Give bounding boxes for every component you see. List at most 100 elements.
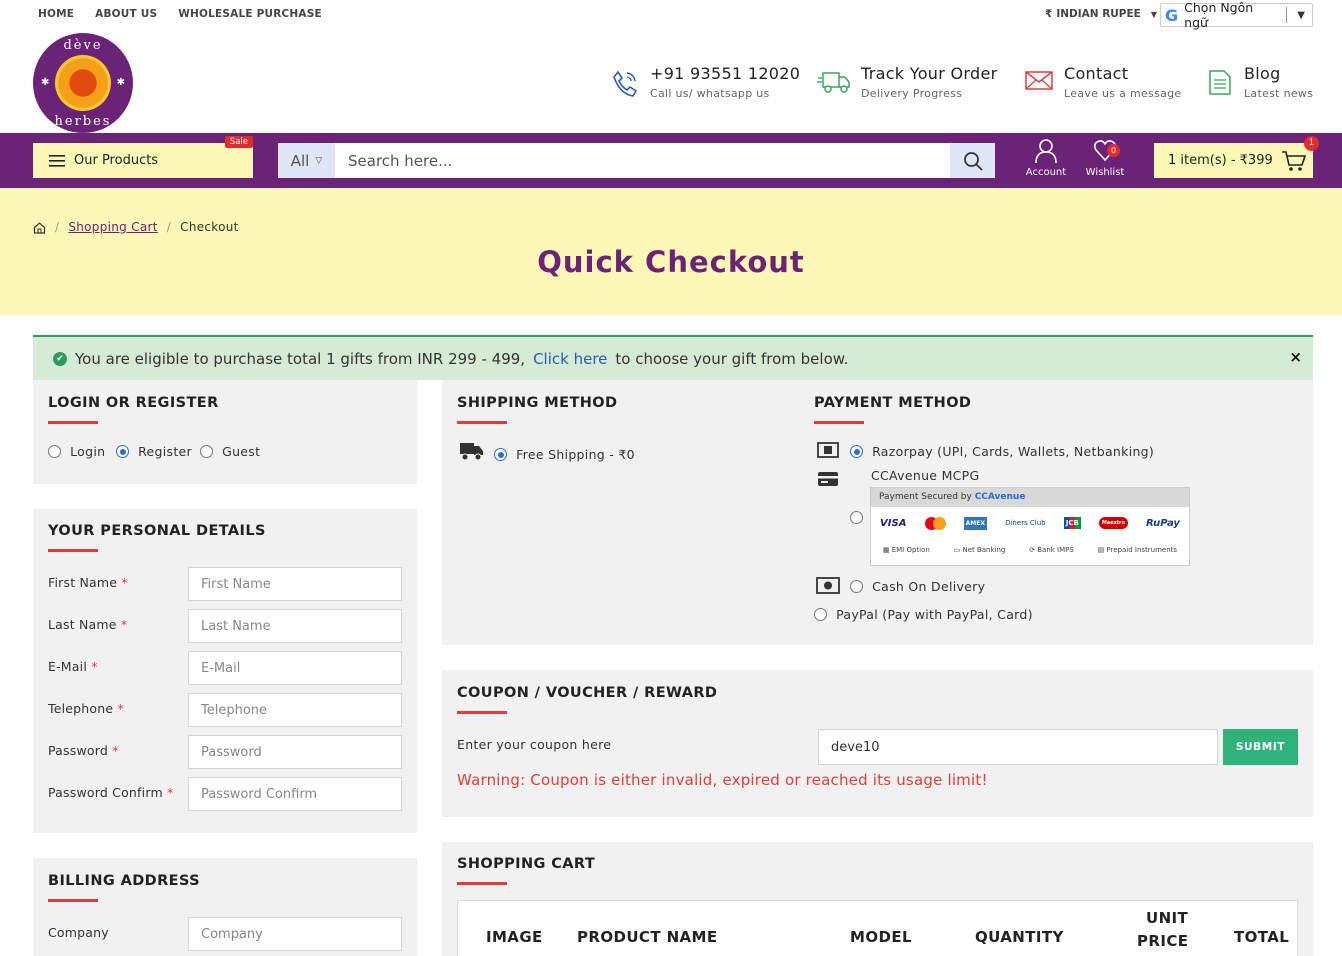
search-icon [963,151,983,171]
paypal-radio[interactable] [814,608,827,621]
telephone-input[interactable] [188,693,402,727]
amex-icon: AMEX [963,516,987,530]
first-name-input[interactable] [188,567,402,601]
login-radio-option[interactable]: Login [48,441,105,460]
envelope-icon [1025,71,1053,90]
home-icon[interactable] [33,221,46,234]
free-shipping-option[interactable]: Free Shipping - ₹0 [494,444,635,463]
search-button[interactable] [950,143,995,178]
blog-block[interactable]: Blog Latest news [1206,64,1313,100]
jcb-icon: JCB [1063,517,1081,529]
last-name-input[interactable] [188,609,402,643]
telephone-label-text: Telephone [48,701,114,716]
page-title: Quick Checkout [537,245,805,279]
shipping-truck-icon [460,443,483,461]
nav-about-link[interactable]: ABOUT US [95,8,157,20]
title-underline [814,421,864,424]
close-icon[interactable]: × [1289,348,1302,366]
card-brands-row: VISA AMEX Diners Club JCB Maestro RuPay [871,507,1189,539]
gift-alert: ✔ You are eligible to purchase total 1 g… [33,335,1313,380]
cart-button[interactable]: 1 item(s) - ₹399 1 [1154,136,1319,178]
currency-label: INDIAN RUPEE [1056,8,1141,20]
company-input[interactable] [188,917,402,951]
breadcrumb-cart-link[interactable]: Shopping Cart [68,220,157,234]
phone-icon [613,70,638,97]
language-select-label: Chọn Ngôn ngữ [1184,0,1254,30]
razorpay-radio[interactable] [850,445,863,458]
coupon-input[interactable] [818,729,1218,765]
cash-icon [816,577,840,594]
password-confirm-label-text: Password Confirm [48,785,163,800]
net-banking-icon: ▭ Net Banking [953,546,1006,554]
payment-options-row: ▦ EMI Option ▭ Net Banking ⟳ Bank IMPS ▤… [871,539,1189,561]
star-icon: ✱ [41,77,50,88]
guest-radio[interactable] [200,445,213,458]
nav-home-link[interactable]: HOME [38,8,74,20]
col-quantity: QUANTITY [975,928,1064,946]
cod-label: Cash On Delivery [872,579,986,594]
nav-wholesale-link[interactable]: WHOLESALE PURCHASE [178,8,322,20]
company-label: Company [48,925,109,940]
guest-radio-option[interactable]: Guest [200,441,260,460]
title-underline [48,549,98,552]
caret-down-icon: ▼ [1297,9,1305,21]
ccavenue-radio[interactable] [850,511,863,524]
wishlist-label: Wishlist [1085,167,1125,178]
razorpay-option[interactable]: Razorpay (UPI, Cards, Wallets, Netbankin… [850,441,1154,460]
paypal-option[interactable]: PayPal (Pay with PayPal, Card) [814,604,1033,623]
account-label: Account [1025,167,1067,178]
language-select[interactable]: G Chọn Ngôn ngữ ▼ [1160,0,1313,30]
maestro-icon: Maestro [1098,517,1128,529]
divider [1286,7,1288,23]
free-shipping-radio[interactable] [494,448,507,461]
email-input[interactable] [188,651,402,685]
bank-imps-icon: ⟳ Bank IMPS [1029,546,1074,554]
paypal-label: PayPal (Pay with PayPal, Card) [836,607,1033,622]
last-name-label: Last Name * [48,617,127,632]
blog-title: Blog [1244,64,1281,83]
our-products-label: Our Products [74,153,159,168]
breadcrumb-separator: / [55,220,60,234]
password-input[interactable] [188,735,402,769]
contact-block[interactable]: Contact Leave us a message [1024,64,1182,100]
password-confirm-input[interactable] [188,777,402,811]
register-radio-option[interactable]: Register [116,441,192,460]
flower-icon [55,55,111,111]
track-order-block[interactable]: Track Your Order Delivery Progress [817,64,997,100]
currency-selector[interactable]: ₹ INDIAN RUPEE ▼ [1045,8,1157,20]
coupon-submit-button[interactable]: SUBMIT [1223,729,1298,765]
contact-title: Contact [1064,64,1129,83]
search-category-select[interactable]: All ▽ [278,143,335,178]
wishlist-count-badge: 0 [1107,144,1120,157]
check-circle-icon: ✔ [53,351,67,366]
first-name-label: First Name * [48,575,128,590]
prepaid-label: Prepaid Instruments [1106,546,1178,554]
col-unit: UNIT [1146,909,1189,927]
visa-icon: VISA [880,517,907,529]
telephone-label: Telephone * [48,701,124,716]
alert-gift-link[interactable]: Click here [533,350,607,368]
phone-block[interactable]: +91 93551 12020 Call us/ whatsapp us [610,64,800,100]
account-button[interactable]: Account [1018,138,1074,178]
cod-radio[interactable] [850,580,863,593]
our-products-button[interactable]: Our Products Sale [33,136,253,178]
wishlist-button[interactable]: 0 Wishlist [1077,138,1133,178]
login-radio-label: Login [70,444,106,459]
title-underline [48,421,98,424]
search-bar: All ▽ [278,143,995,178]
register-radio[interactable] [116,445,129,458]
breadcrumb-current: Checkout [180,220,239,234]
login-radio[interactable] [48,445,61,458]
emi-option-label: EMI Option [891,546,930,554]
col-total: TOTAL [1234,928,1290,946]
search-input[interactable] [335,143,950,178]
delivery-truck-icon [817,72,850,93]
required-marker: * [167,785,174,800]
title-underline [457,421,507,424]
last-name-label-text: Last Name [48,617,117,632]
cart-icon [1281,150,1306,171]
ccavenue-brand: CCAvenue [974,492,1026,502]
ccavenue-label: CCAvenue MCPG [871,468,980,483]
site-logo[interactable]: dève ✱ ✱ herbes [33,33,133,133]
cod-option[interactable]: Cash On Delivery [850,576,985,595]
